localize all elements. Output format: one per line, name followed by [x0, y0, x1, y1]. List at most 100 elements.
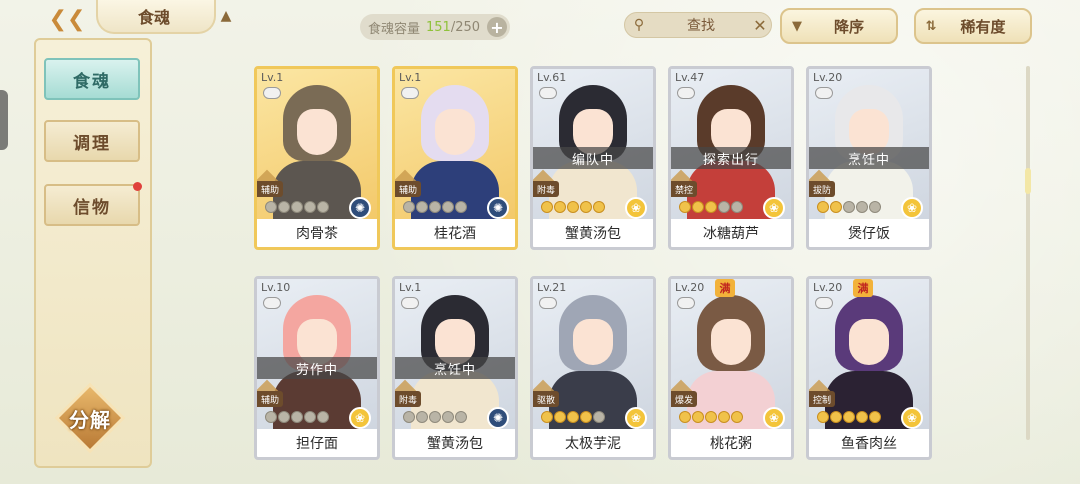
add-capacity-button[interactable]: +	[487, 17, 507, 37]
star-icon	[291, 201, 303, 213]
decompose-button[interactable]: 分解	[52, 382, 128, 454]
star-icon	[679, 201, 691, 213]
card-role: 辅助	[257, 181, 283, 197]
blue-element-icon: ✺	[349, 197, 371, 219]
scrollbar-thumb[interactable]	[1025, 168, 1031, 194]
blue-element-icon: ✺	[487, 197, 509, 219]
character-face	[711, 319, 751, 365]
card-role: 辅助	[257, 391, 283, 407]
card-name: 桂花酒	[434, 226, 476, 242]
card-role: 辅助	[395, 181, 421, 197]
card-level: Lv.1	[399, 281, 422, 294]
capacity-label: 食魂容量	[368, 21, 421, 37]
skin-badge-icon	[401, 87, 419, 99]
card-level: Lv.47	[675, 71, 705, 84]
star-icon	[541, 411, 553, 423]
capacity-total: /250	[450, 19, 481, 35]
card-level: Lv.20	[813, 281, 843, 294]
page-title-tab: 食魂	[96, 0, 216, 34]
character-face	[297, 109, 337, 155]
notification-dot	[133, 182, 142, 191]
card-name: 鱼香肉丝	[841, 436, 897, 452]
star-icon	[567, 411, 579, 423]
food-soul-card[interactable]: Lv.20 满控制 ❀ 鱼香肉丝	[806, 276, 932, 460]
flower-element-icon: ❀	[349, 407, 371, 429]
star-rating	[817, 411, 881, 423]
food-soul-card[interactable]: Lv.10 劳作中 辅助 ❀ 担仔面	[254, 276, 380, 460]
card-level: Lv.61	[537, 71, 567, 84]
star-icon	[692, 411, 704, 423]
food-soul-card[interactable]: Lv.47 探索出行 禁控 ❀ 冰糖葫芦	[668, 66, 794, 250]
star-icon	[731, 411, 743, 423]
food-soul-card[interactable]: Lv.1 辅助 ✺ 桂花酒	[392, 66, 518, 250]
back-button[interactable]: ❮❮	[36, 2, 98, 36]
flower-element-icon: ❀	[901, 407, 923, 429]
skin-badge-icon	[815, 297, 833, 309]
food-soul-card[interactable]: Lv.20 烹饪中 拔防 ❀ 煲仔饭	[806, 66, 932, 250]
star-icon	[455, 411, 467, 423]
card-role: 禁控	[671, 181, 697, 197]
character-face	[849, 319, 889, 365]
card-level: Lv.20	[813, 71, 843, 84]
star-icon	[442, 411, 454, 423]
sort-order-label: 降序	[833, 17, 864, 36]
sort-order-button[interactable]: ▼ 降序	[780, 8, 898, 44]
star-icon	[692, 201, 704, 213]
sidebar-item-food-soul[interactable]: 食魂	[44, 58, 140, 100]
card-name: 煲仔饭	[848, 226, 890, 242]
card-name: 桃花粥	[710, 436, 752, 452]
card-role: 附毒	[533, 181, 559, 197]
star-icon	[856, 201, 868, 213]
star-rating	[403, 201, 467, 213]
card-role: 拔防	[809, 181, 835, 197]
crown-icon[interactable]: ▲	[216, 8, 236, 24]
back-arrow-icon: ❮❮	[48, 6, 86, 32]
card-status: 探索出行	[671, 147, 791, 169]
food-soul-card[interactable]: Lv.21 驱散 ❀ 太极芋泥	[530, 276, 656, 460]
star-icon	[403, 411, 415, 423]
blue-element-icon: ✺	[487, 407, 509, 429]
sort-rarity-button[interactable]: ⇅ 稀有度	[914, 8, 1032, 44]
flower-element-icon: ❀	[763, 197, 785, 219]
star-icon	[554, 411, 566, 423]
sidebar-item-label: 调理	[73, 133, 111, 154]
star-icon	[403, 201, 415, 213]
star-icon	[278, 201, 290, 213]
sort-arrows-icon: ⇅	[925, 18, 937, 34]
sidebar-item-cooking[interactable]: 调理	[44, 120, 140, 162]
card-level: Lv.20	[675, 281, 705, 294]
card-role: 驱散	[533, 391, 559, 407]
card-role: 控制	[809, 391, 835, 407]
star-icon	[593, 201, 605, 213]
star-icon	[679, 411, 691, 423]
star-icon	[429, 201, 441, 213]
star-icon	[593, 411, 605, 423]
star-icon	[843, 201, 855, 213]
star-icon	[291, 411, 303, 423]
close-icon[interactable]: ✕	[749, 16, 771, 35]
food-soul-card[interactable]: Lv.1 辅助 ✺ 肉骨茶	[254, 66, 380, 250]
star-icon	[567, 201, 579, 213]
card-role: 爆发	[671, 391, 697, 407]
star-icon	[278, 411, 290, 423]
food-soul-card[interactable]: Lv.61 编队中 附毒 ❀ 蟹黄汤包	[530, 66, 656, 250]
skin-badge-icon	[263, 87, 281, 99]
star-icon	[869, 411, 881, 423]
search-box[interactable]: ⚲ 查找 ✕	[624, 12, 772, 38]
star-icon	[429, 411, 441, 423]
star-icon	[317, 201, 329, 213]
sidebar-item-token[interactable]: 信物	[44, 182, 142, 226]
food-soul-card[interactable]: Lv.1 烹饪中 附毒 ✺ 蟹黄汤包	[392, 276, 518, 460]
star-icon	[869, 201, 881, 213]
food-soul-card[interactable]: Lv.20 满爆发 ❀ 桃花粥	[668, 276, 794, 460]
search-input[interactable]: 查找	[653, 15, 749, 35]
search-icon: ⚲	[633, 17, 645, 33]
star-rating	[679, 201, 743, 213]
sort-rarity-label: 稀有度	[960, 17, 1006, 36]
skin-badge-icon	[539, 87, 557, 99]
flower-element-icon: ❀	[625, 407, 647, 429]
card-name: 太极芋泥	[565, 436, 621, 452]
capacity-display: 食魂容量 151 /250 +	[360, 14, 510, 40]
star-icon	[856, 411, 868, 423]
scrollbar-track[interactable]	[1026, 66, 1030, 440]
